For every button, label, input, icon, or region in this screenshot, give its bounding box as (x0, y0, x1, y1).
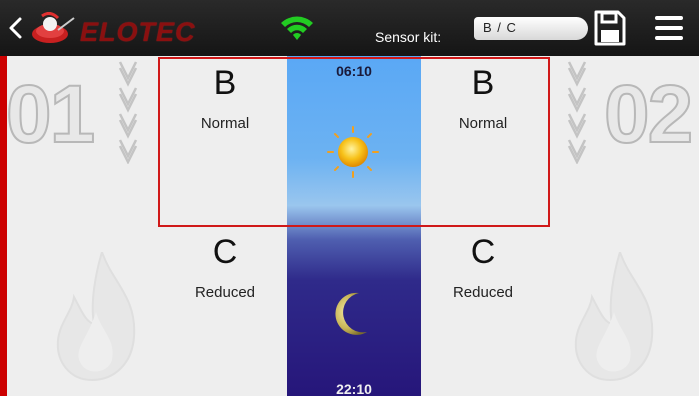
chevron-down-icon (567, 61, 587, 164)
night-start-time[interactable]: 22:10 (287, 381, 421, 396)
day-left-mode-letter[interactable]: B (155, 64, 295, 103)
sun-icon (327, 126, 379, 178)
sensor-kit-select[interactable]: B / C (474, 17, 588, 40)
day-right-mode-label: Normal (458, 115, 508, 132)
night-right-mode-label: Reduced (452, 284, 514, 301)
sensor-kit-label: Sensor kit: (375, 29, 442, 45)
night-right-mode-letter[interactable]: C (413, 233, 553, 272)
night-left-mode-letter[interactable]: C (155, 233, 295, 272)
day-start-time[interactable]: 06:10 (287, 63, 421, 79)
elotec-logo-icon (32, 12, 75, 43)
flame-icon (56, 252, 136, 382)
save-icon[interactable] (594, 10, 626, 46)
zone-1-chevrons (117, 60, 139, 164)
moon-icon (335, 292, 367, 335)
top-bar: ELOTEC Sensor kit: B / C (0, 0, 699, 56)
zone-number-01: 01 (5, 68, 96, 161)
zone-2-chevrons (566, 60, 588, 164)
logo-text: ELOTEC (80, 17, 196, 47)
night-left-mode-label: Reduced (194, 284, 256, 301)
app-logo: ELOTEC (28, 12, 208, 47)
back-chevron-icon[interactable] (6, 12, 24, 44)
menu-icon[interactable] (655, 16, 683, 40)
day-right-mode-letter[interactable]: B (413, 64, 553, 103)
chevron-down-icon (118, 61, 138, 164)
wifi-icon (281, 16, 313, 40)
zone-number-02: 02 (603, 68, 694, 161)
flame-icon (574, 252, 654, 382)
day-left-mode-label: Normal (200, 115, 250, 132)
day-night-timeline[interactable] (287, 56, 421, 396)
